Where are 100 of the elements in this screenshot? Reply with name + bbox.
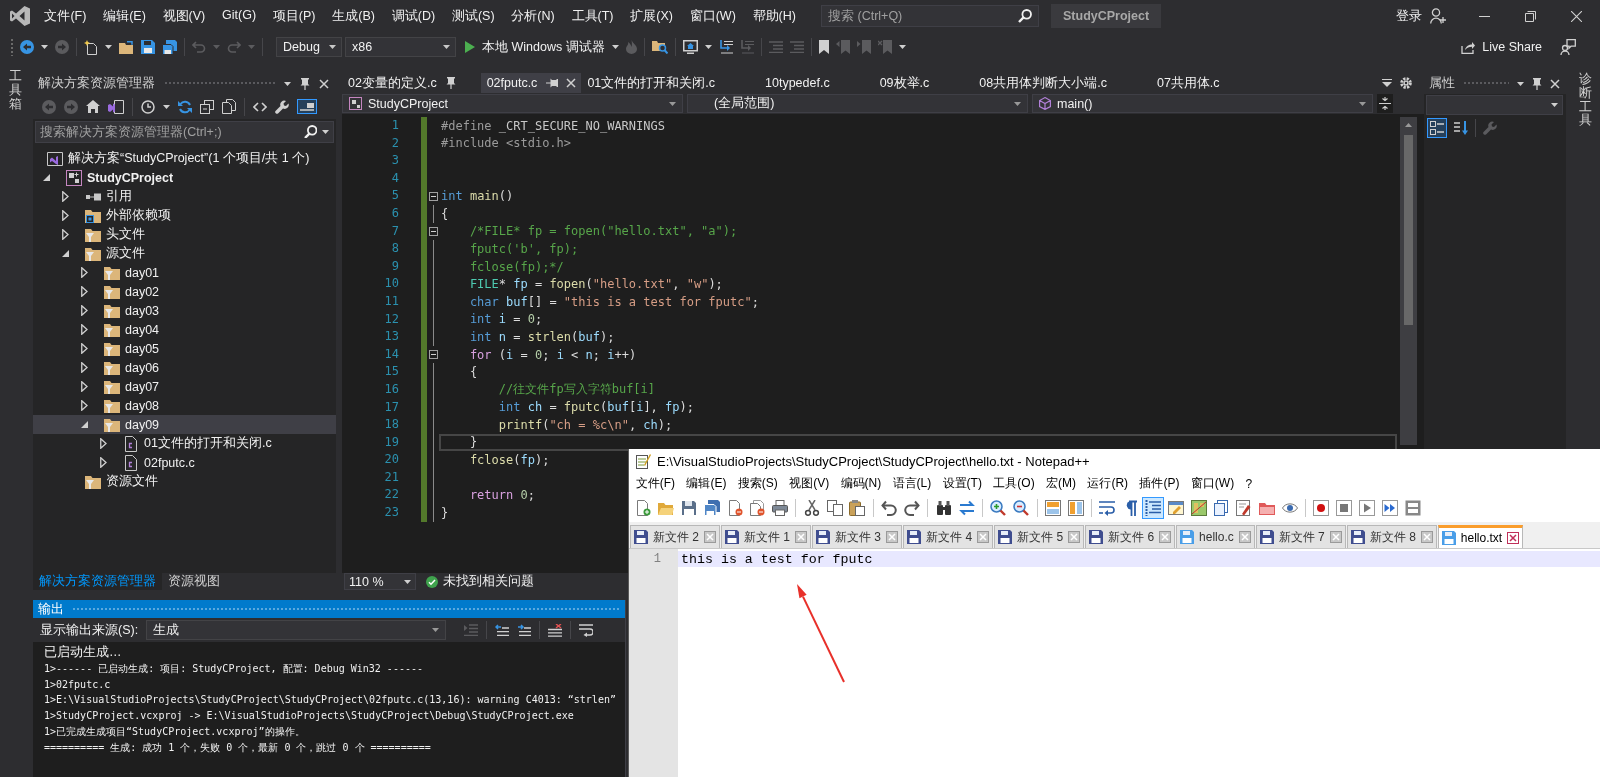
side-tab[interactable]: 工具箱 xyxy=(9,70,22,112)
pin-icon[interactable] xyxy=(1532,77,1542,90)
menu-item[interactable]: Git(G) xyxy=(213,5,265,27)
arrow-lines-icon[interactable] xyxy=(495,624,510,636)
menu-item[interactable]: 视图(V) xyxy=(783,475,835,492)
editor-tab[interactable]: 02变量的定义.c xyxy=(342,73,481,93)
word-wrap-icon[interactable] xyxy=(579,623,594,637)
menu-item[interactable]: 插件(P) xyxy=(1133,475,1186,492)
fold-toggle-icon[interactable] xyxy=(428,350,438,359)
file-tab[interactable]: 新文件 4 xyxy=(903,525,994,548)
folder-icon[interactable] xyxy=(119,40,134,54)
menu-item[interactable]: 窗口(W) xyxy=(681,5,745,27)
expand-arrow-icon[interactable] xyxy=(100,438,107,449)
caret-down-icon[interactable] xyxy=(105,45,112,49)
panel-tab[interactable]: 解决方案资源管理器 xyxy=(33,573,162,590)
stop-icon[interactable] xyxy=(1336,500,1353,516)
editor-tab[interactable]: 02fputc.c xyxy=(480,73,582,93)
live-share-button[interactable]: Live Share xyxy=(1457,36,1546,58)
collapse-arrow-icon[interactable] xyxy=(62,250,69,257)
categorized-list-icon[interactable] xyxy=(1427,118,1447,138)
start-debugging-button[interactable]: 本地 Windows 调试器 xyxy=(462,36,608,58)
tree-item[interactable]: day06 xyxy=(33,358,336,377)
menu-item[interactable]: 文件(F) xyxy=(630,475,681,492)
search-icon[interactable] xyxy=(1018,9,1032,23)
configuration-dropdown[interactable]: Debug xyxy=(276,37,342,57)
expand-arrow-icon[interactable] xyxy=(81,324,88,335)
undo-icon[interactable] xyxy=(881,500,898,516)
menu-item[interactable]: 测试(S) xyxy=(443,5,503,27)
file-tab[interactable]: 新文件 7 xyxy=(1255,525,1346,548)
pin-icon[interactable] xyxy=(300,77,310,90)
menu-item[interactable]: 运行(R) xyxy=(1081,475,1134,492)
caret-down-icon[interactable] xyxy=(322,129,329,134)
tree-item[interactable]: 外部依赖项 xyxy=(33,206,336,225)
panel-tab[interactable]: 资源视图 xyxy=(162,573,226,590)
floppy-disks-icon[interactable] xyxy=(162,39,177,55)
side-tab[interactable]: 诊断工具 xyxy=(1579,73,1592,128)
expand-arrow-icon[interactable] xyxy=(81,400,88,411)
file-tab[interactable]: 新文件 2 xyxy=(630,525,720,548)
editor-tab[interactable]: 09枚举.c xyxy=(873,73,974,93)
map-icon[interactable] xyxy=(1190,500,1207,516)
tree-item[interactable]: 解决方案“StudyCProject”(1 个项目/共 1 个) xyxy=(33,149,336,168)
editor-tab[interactable]: 07共用体.c xyxy=(1150,73,1264,93)
editor-tab[interactable]: 01文件的打开和关闭.c xyxy=(581,73,759,93)
preview-pane-icon[interactable] xyxy=(297,99,317,114)
folder-icon[interactable] xyxy=(1258,500,1275,516)
menu-item[interactable]: 文件(F) xyxy=(36,5,95,27)
tree-item[interactable]: 资源文件 xyxy=(33,472,336,491)
stacked-squares-icon[interactable] xyxy=(200,99,214,114)
split-window-icon[interactable] xyxy=(1377,94,1393,113)
save-macro-icon[interactable] xyxy=(1404,500,1421,516)
function-list-icon[interactable] xyxy=(1236,500,1253,516)
sign-in-link[interactable]: 登录 xyxy=(1396,7,1422,25)
menu-item[interactable]: 编辑(E) xyxy=(94,5,155,27)
binoculars-icon[interactable] xyxy=(935,500,952,516)
menu-item[interactable]: 宏(M) xyxy=(1040,475,1082,492)
expand-arrow-icon[interactable] xyxy=(81,343,88,354)
expand-arrow-icon[interactable] xyxy=(81,362,88,373)
caret-down-icon[interactable] xyxy=(611,45,619,49)
magnifier-minus-icon[interactable] xyxy=(1013,500,1030,516)
expand-arrow-icon[interactable] xyxy=(81,286,88,297)
eye-icon[interactable] xyxy=(1281,500,1298,516)
menu-item[interactable]: 分析(N) xyxy=(502,5,564,27)
caret-down-icon[interactable] xyxy=(1517,81,1524,86)
bookmark-icon[interactable] xyxy=(818,40,829,54)
expand-arrow-icon[interactable] xyxy=(100,457,107,468)
monitor-home-icon[interactable] xyxy=(682,40,698,54)
menu-item[interactable]: 设置(T) xyxy=(936,475,988,492)
expand-arrow-icon[interactable] xyxy=(81,305,88,316)
tree-item[interactable]: day04 xyxy=(33,320,336,339)
scissors-icon[interactable] xyxy=(803,500,820,516)
swap-arrows-icon[interactable] xyxy=(958,500,975,516)
clipboard-icon[interactable] xyxy=(849,500,866,516)
tab-list-icon[interactable] xyxy=(1382,79,1392,87)
editor-tab[interactable]: 08共用体判断大小端.c xyxy=(973,73,1151,93)
pin-icon[interactable] xyxy=(445,77,456,89)
menu-item[interactable]: 视图(V) xyxy=(154,5,214,27)
menu-item[interactable]: 搜索(S) xyxy=(732,475,784,492)
expand-arrow-icon[interactable] xyxy=(81,381,88,392)
project-dropdown[interactable]: StudyCProject xyxy=(342,94,683,113)
redo-icon[interactable] xyxy=(904,500,920,516)
tree-item[interactable]: day03 xyxy=(33,301,336,320)
minimize-icon[interactable] xyxy=(1479,15,1490,17)
gear-icon[interactable] xyxy=(1400,77,1412,89)
close-icon[interactable] xyxy=(1507,532,1520,544)
new-file-icon[interactable] xyxy=(84,39,98,55)
file-tab[interactable]: 新文件 3 xyxy=(812,525,903,548)
collapse-arrow-icon[interactable] xyxy=(81,421,88,428)
tree-item[interactable]: day08 xyxy=(33,396,336,415)
fold-toggle-icon[interactable] xyxy=(428,191,438,201)
caret-down-icon[interactable] xyxy=(41,45,48,49)
file-tab[interactable]: hello.c xyxy=(1176,525,1255,548)
documents-icon[interactable] xyxy=(222,99,236,114)
tree-item[interactable]: day02 xyxy=(33,282,336,301)
tree-item[interactable]: StudyCProject xyxy=(33,168,336,187)
file-tab[interactable]: 新文件 8 xyxy=(1346,525,1437,548)
home-icon[interactable] xyxy=(86,100,100,113)
scope-dropdown[interactable]: (全局范围) xyxy=(687,94,1028,113)
vertical-scrollbar[interactable] xyxy=(1400,117,1417,445)
menu-item[interactable]: 生成(B) xyxy=(323,5,384,27)
back-arrow-icon[interactable] xyxy=(20,40,34,54)
